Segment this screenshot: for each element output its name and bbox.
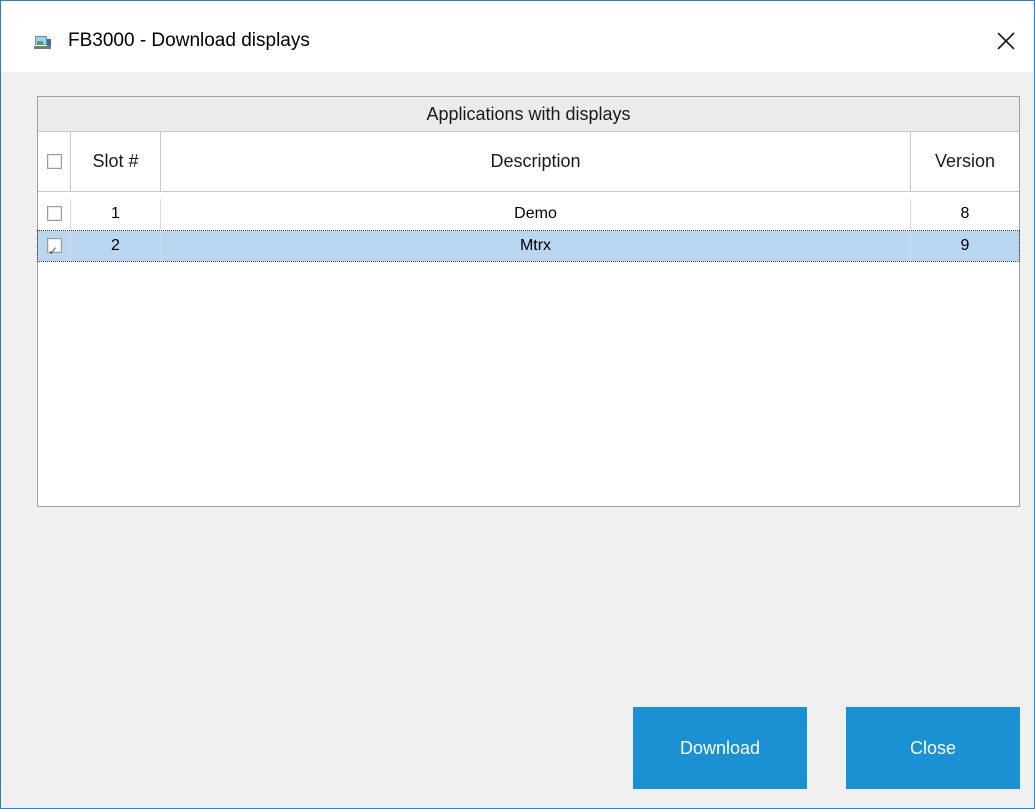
column-header-slot[interactable]: Slot # (71, 132, 161, 191)
slot-cell: 1 (71, 199, 161, 229)
description-cell: Mtrx (161, 231, 911, 261)
applications-grid[interactable]: Applications with displays Slot # Descri… (37, 96, 1020, 507)
title-bar[interactable]: FB3000 - Download displays (1, 1, 1034, 72)
app-download-icon (34, 36, 51, 49)
row-checkbox[interactable] (47, 206, 62, 221)
dialog-window: FB3000 - Download displays Applications … (0, 0, 1035, 809)
slot-cell: 2 (71, 231, 161, 261)
column-header-version[interactable]: Version (911, 132, 1019, 191)
row-checkbox-cell[interactable] (38, 231, 71, 266)
table-row[interactable]: 2 Mtrx 9 (37, 230, 1020, 266)
select-all-checkbox[interactable] (47, 154, 62, 169)
close-icon[interactable] (993, 28, 1019, 54)
grid-group-header: Applications with displays (38, 97, 1019, 132)
version-cell: 9 (960, 237, 970, 254)
download-button[interactable]: Download (633, 707, 807, 789)
table-row[interactable]: 1 Demo 8 (38, 199, 1019, 229)
select-all-header[interactable] (38, 132, 71, 191)
grid-column-headers: Slot # Description Version (38, 132, 1019, 192)
row-checkbox-cell[interactable] (38, 199, 71, 229)
window-title: FB3000 - Download displays (68, 30, 310, 51)
close-button[interactable]: Close (846, 707, 1020, 789)
row-checkbox[interactable] (47, 236, 62, 266)
version-cell: 8 (960, 205, 970, 222)
description-cell: Demo (161, 199, 911, 229)
column-header-description[interactable]: Description (161, 132, 911, 191)
